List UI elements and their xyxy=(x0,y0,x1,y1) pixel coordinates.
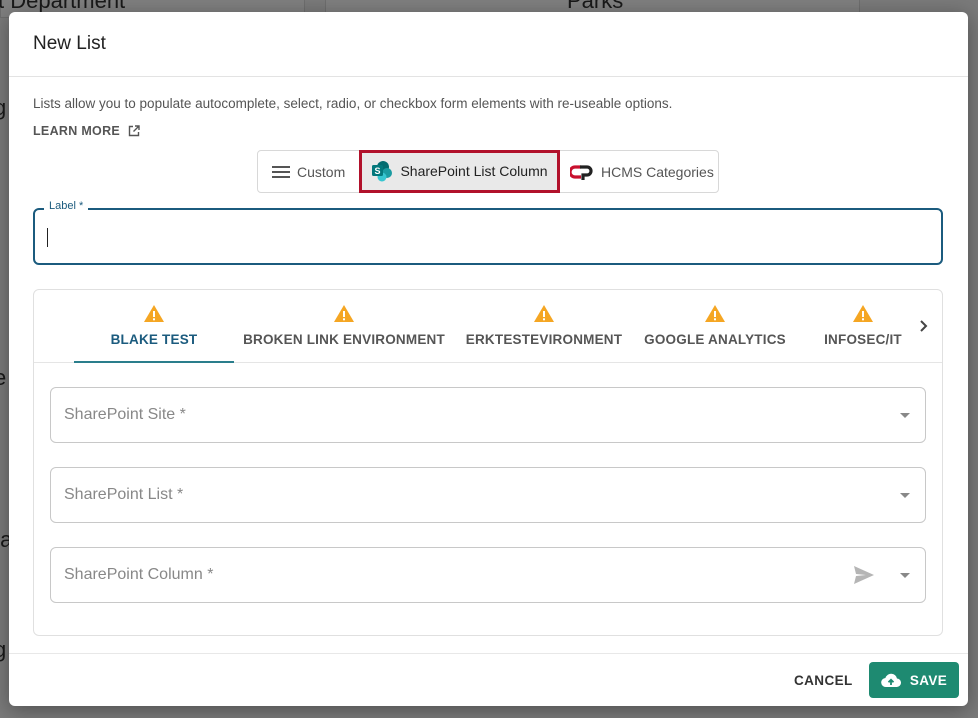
list-icon xyxy=(272,165,290,178)
dialog-description: Lists allow you to populate autocomplete… xyxy=(33,96,673,111)
cancel-button[interactable]: CANCEL xyxy=(794,666,853,694)
tab-label: BLAKE TEST xyxy=(110,332,198,347)
select-placeholder: SharePoint List * xyxy=(64,486,184,503)
source-option-label: Custom xyxy=(297,163,346,180)
chevron-down-icon xyxy=(900,493,910,498)
new-list-dialog: New List Lists allow you to populate aut… xyxy=(9,12,968,706)
external-link-icon xyxy=(128,125,140,137)
send-icon[interactable] xyxy=(853,565,875,585)
warning-icon xyxy=(852,304,874,323)
save-button[interactable]: SAVE xyxy=(869,662,959,698)
tab-label: BROKEN LINK ENVIRONMENT xyxy=(243,332,445,347)
tab-label: INFOSEC/IT xyxy=(824,332,902,347)
source-option-label: SharePoint List Column xyxy=(400,163,548,179)
environment-tabs: BLAKE TEST BROKEN LINK ENVIRONMENT ERKTE… xyxy=(34,290,942,363)
select-placeholder: SharePoint Site * xyxy=(64,406,186,423)
select-placeholder: SharePoint Column * xyxy=(64,566,214,583)
warning-icon xyxy=(704,304,726,323)
dialog-footer: CANCEL SAVE xyxy=(9,653,968,706)
tab-infosec-it[interactable]: INFOSEC/IT xyxy=(809,290,917,362)
sharepoint-icon: S xyxy=(372,161,393,182)
source-option-hcms[interactable]: HCMS Categories xyxy=(560,151,714,192)
dialog-header: New List xyxy=(9,12,968,77)
chevron-right-icon[interactable] xyxy=(916,316,932,336)
label-input[interactable]: Label * xyxy=(33,200,943,265)
sharepoint-site-select[interactable]: SharePoint Site * xyxy=(50,387,926,443)
warning-icon xyxy=(143,304,165,323)
tab-label: ERKTESTEVIRONMENT xyxy=(465,332,623,347)
cloud-upload-icon xyxy=(881,673,901,687)
tab-blake-test[interactable]: BLAKE TEST xyxy=(74,290,234,363)
chevron-down-icon xyxy=(900,573,910,578)
list-source-toggle: Custom S SharePoint List Column HCMS Cat… xyxy=(257,149,719,193)
text-caret xyxy=(47,228,48,247)
tab-label: GOOGLE ANALYTICS xyxy=(644,332,786,347)
dialog-title: New List xyxy=(33,33,106,54)
hcms-logo-icon xyxy=(570,164,593,180)
save-button-label: SAVE xyxy=(909,672,948,688)
chevron-down-icon xyxy=(900,413,910,418)
label-input-label: Label * xyxy=(44,200,89,212)
tab-google-analytics[interactable]: GOOGLE ANALYTICS xyxy=(641,290,789,362)
source-option-custom[interactable]: Custom xyxy=(258,151,359,192)
source-option-label: HCMS Categories xyxy=(601,163,714,180)
learn-more-label: LEARN MORE xyxy=(33,124,121,138)
source-option-sharepoint[interactable]: S SharePoint List Column xyxy=(359,149,560,193)
svg-text:S: S xyxy=(375,166,381,176)
sharepoint-config-panel: BLAKE TEST BROKEN LINK ENVIRONMENT ERKTE… xyxy=(33,289,943,636)
sharepoint-column-select[interactable]: SharePoint Column * xyxy=(50,547,926,603)
learn-more-link[interactable]: LEARN MORE xyxy=(33,124,140,138)
sharepoint-list-select[interactable]: SharePoint List * xyxy=(50,467,926,523)
tab-broken-link-environment[interactable]: BROKEN LINK ENVIRONMENT xyxy=(243,290,445,362)
warning-icon xyxy=(333,304,355,323)
tab-erktestevironment[interactable]: ERKTESTEVIRONMENT xyxy=(464,290,624,362)
warning-icon xyxy=(533,304,555,323)
